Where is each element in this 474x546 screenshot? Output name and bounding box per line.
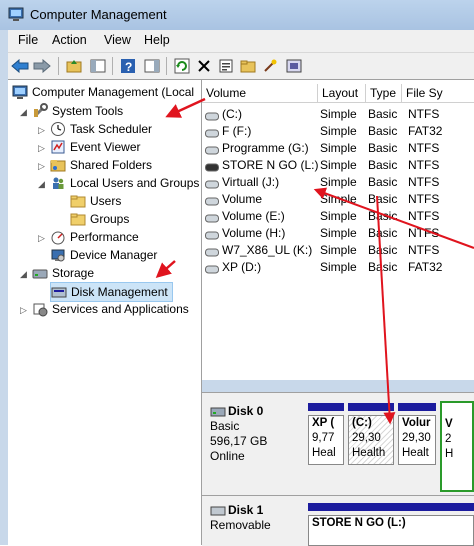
arrow-virtual-drive [313, 187, 474, 249]
annotation-arrows [155, 97, 474, 425]
arrow-disk-management [155, 260, 176, 278]
arrow-partition-c [376, 195, 396, 425]
arrow-task-scheduler [165, 97, 206, 118]
computer-management-window: Computer Management File Action View Hel… [0, 0, 474, 546]
